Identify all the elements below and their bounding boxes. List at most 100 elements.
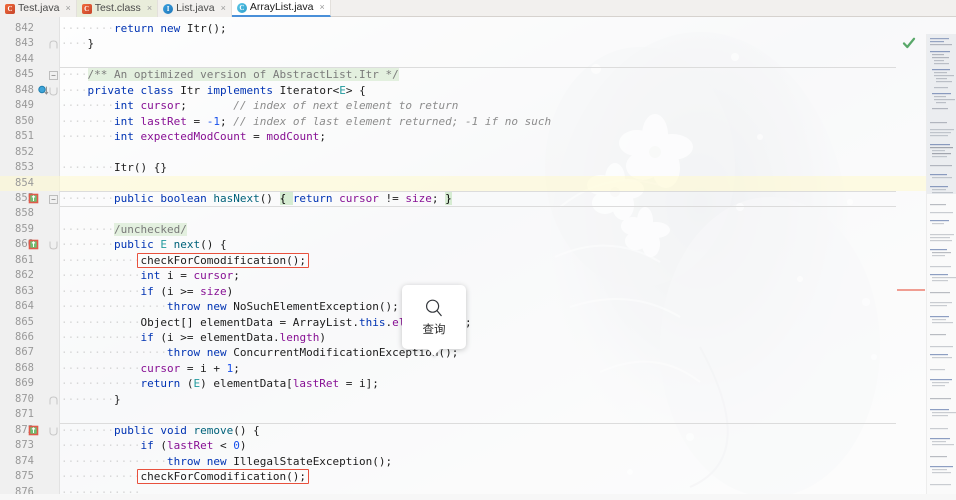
editor-tab-list-java[interactable]: I List.java × [158, 0, 232, 17]
code-line[interactable]: 854 [0, 175, 926, 191]
fold-region-end-icon[interactable] [49, 40, 58, 49]
line-number: 871 [15, 408, 34, 421]
overriding-method-marker-icon[interactable] [28, 425, 39, 436]
editor-minimap[interactable] [926, 34, 956, 500]
line-number: 873 [15, 439, 34, 452]
editor-tab-arraylist-java[interactable]: C ArrayList.java × [231, 0, 331, 17]
code-line[interactable]: 861 ············checkForComodification(); [0, 252, 926, 268]
line-number: 867 [15, 346, 34, 359]
editor-tab-test-java[interactable]: C Test.java × [0, 0, 77, 17]
editor-tab-test-class[interactable]: C Test.class × [76, 0, 159, 17]
code-line[interactable]: 870 ········} [0, 392, 926, 407]
fold-region-start-icon[interactable] [49, 87, 58, 96]
code-line[interactable]: 850 ········int lastRet = -1; // index of… [0, 114, 926, 129]
code-token: new [206, 346, 234, 360]
code-line[interactable]: 852 [0, 145, 926, 160]
code-lines-container[interactable]: 842 ········return new Itr(); 843 ····} 844 8… [0, 17, 956, 500]
code-token: ) elementData[ [200, 377, 293, 391]
code-line[interactable]: 871 [0, 407, 926, 422]
code-line[interactable]: 843 ····} [0, 36, 926, 51]
fold-region-start-icon[interactable] [49, 241, 58, 250]
indent-guide: ············ [61, 439, 141, 453]
code-line[interactable]: 853 ········Itr() {} [0, 160, 926, 175]
overriding-method-marker-icon[interactable] [28, 193, 39, 204]
editor-bottom-edge [0, 494, 956, 500]
code-line[interactable]: 845 ····/** An optimized version of Abstr… [0, 67, 926, 82]
code-token: public [113, 423, 161, 437]
line-number: 849 [15, 99, 34, 112]
line-number: 850 [15, 114, 34, 127]
fold-collapse-icon[interactable] [49, 194, 58, 204]
code-line[interactable]: 842 ········return new Itr(); [0, 21, 926, 36]
editor-area[interactable]: 842 ········return new Itr(); 843 ····} 844 8… [0, 17, 956, 500]
code-token: throw [166, 346, 207, 360]
code-token: checkForComodification(); [140, 253, 307, 267]
code-line[interactable]: 869 ············return (E) elementData[la… [0, 376, 926, 391]
indent-guide: ················ [61, 346, 167, 360]
code-token: length [279, 331, 320, 344]
indent-guide: ········ [61, 22, 114, 35]
indent-guide: ········ [61, 238, 114, 252]
java-compiled-icon: C [81, 3, 92, 14]
code-token: = i]; [339, 377, 379, 391]
indent-guide: ········ [61, 423, 114, 437]
close-icon[interactable]: × [221, 0, 226, 17]
query-tooltip-popup[interactable]: 查询 [402, 285, 466, 349]
line-number: 848 [15, 83, 34, 96]
code-token: = i + [180, 361, 227, 375]
indent-guide: ············ [61, 284, 141, 298]
code-token: E [160, 238, 174, 252]
code-line[interactable]: 844 [0, 52, 926, 67]
code-line[interactable]: 875 ············checkForComodification(); [0, 469, 926, 485]
indent-guide: ········ [61, 191, 114, 205]
editor-tab-label: List.java [176, 2, 215, 14]
code-token: Object[] elementData = ArrayList. [140, 315, 360, 329]
close-icon[interactable]: × [147, 0, 152, 17]
code-token: void [160, 423, 194, 437]
highlighted-code-box: checkForComodification(); [137, 252, 310, 268]
code-text: ············checkForComodification(); [61, 252, 310, 268]
code-token: /** An optimized version of AbstractList… [87, 68, 399, 82]
minimap-viewport-thumb[interactable] [927, 34, 956, 194]
line-number: 870 [15, 392, 34, 405]
stripe-marker[interactable] [897, 289, 925, 291]
code-token: private [87, 83, 141, 97]
code-token: Itr [180, 83, 207, 97]
code-line[interactable]: 858 [0, 206, 926, 221]
code-line[interactable]: 849 ········int cursor; // index of next … [0, 98, 926, 113]
implemented-method-marker-icon[interactable] [38, 85, 49, 96]
code-token: ) [226, 284, 234, 298]
indent-guide: ···· [61, 83, 88, 97]
code-line[interactable]: 851 ········int expectedModCount = modCou… [0, 129, 926, 144]
code-line[interactable]: 868 ············cursor = i + 1; [0, 361, 926, 376]
fold-collapse-icon[interactable] [49, 71, 58, 81]
code-token: modCount [266, 130, 320, 144]
line-number: 866 [15, 331, 34, 343]
code-token: ; [219, 114, 234, 128]
overriding-method-marker-icon[interactable] [28, 239, 39, 250]
code-text: ········int lastRet = -1; // index of la… [61, 114, 551, 129]
code-line[interactable]: 848 ····private class Itr implements Iter… [0, 83, 926, 98]
code-line[interactable]: 874 ················throw new IllegalStat… [0, 454, 926, 469]
code-token: size [200, 284, 227, 298]
code-line[interactable]: 872 ········public void remove() { [0, 422, 926, 438]
fold-region-end-icon[interactable] [49, 396, 58, 405]
code-text: ········return new Itr(); [61, 21, 227, 36]
indent-guide: ············ [61, 470, 141, 484]
code-line[interactable]: 855 ········public boolean hasNext() { re… [0, 190, 926, 206]
close-icon[interactable]: × [319, 0, 324, 16]
code-line[interactable]: 859 ········/unchecked/ [0, 222, 926, 237]
code-token: expectedModCount [140, 130, 247, 144]
close-icon[interactable]: × [65, 0, 70, 17]
fold-region-start-icon[interactable] [49, 427, 58, 436]
code-token: // index of next element to return [186, 99, 459, 113]
green-checkmark-icon[interactable] [902, 36, 916, 50]
code-token: if [140, 439, 161, 453]
line-number: 854 [15, 176, 34, 189]
code-line[interactable]: 862 ············int i = cursor; [0, 268, 926, 283]
code-line[interactable]: 873 ············if (lastRet < 0) [0, 438, 926, 453]
indent-guide: ············ [61, 253, 141, 267]
code-line[interactable]: 860 ········public E next() { [0, 237, 926, 252]
indent-guide: ···· [61, 68, 88, 82]
code-token: Itr(); [186, 22, 227, 35]
